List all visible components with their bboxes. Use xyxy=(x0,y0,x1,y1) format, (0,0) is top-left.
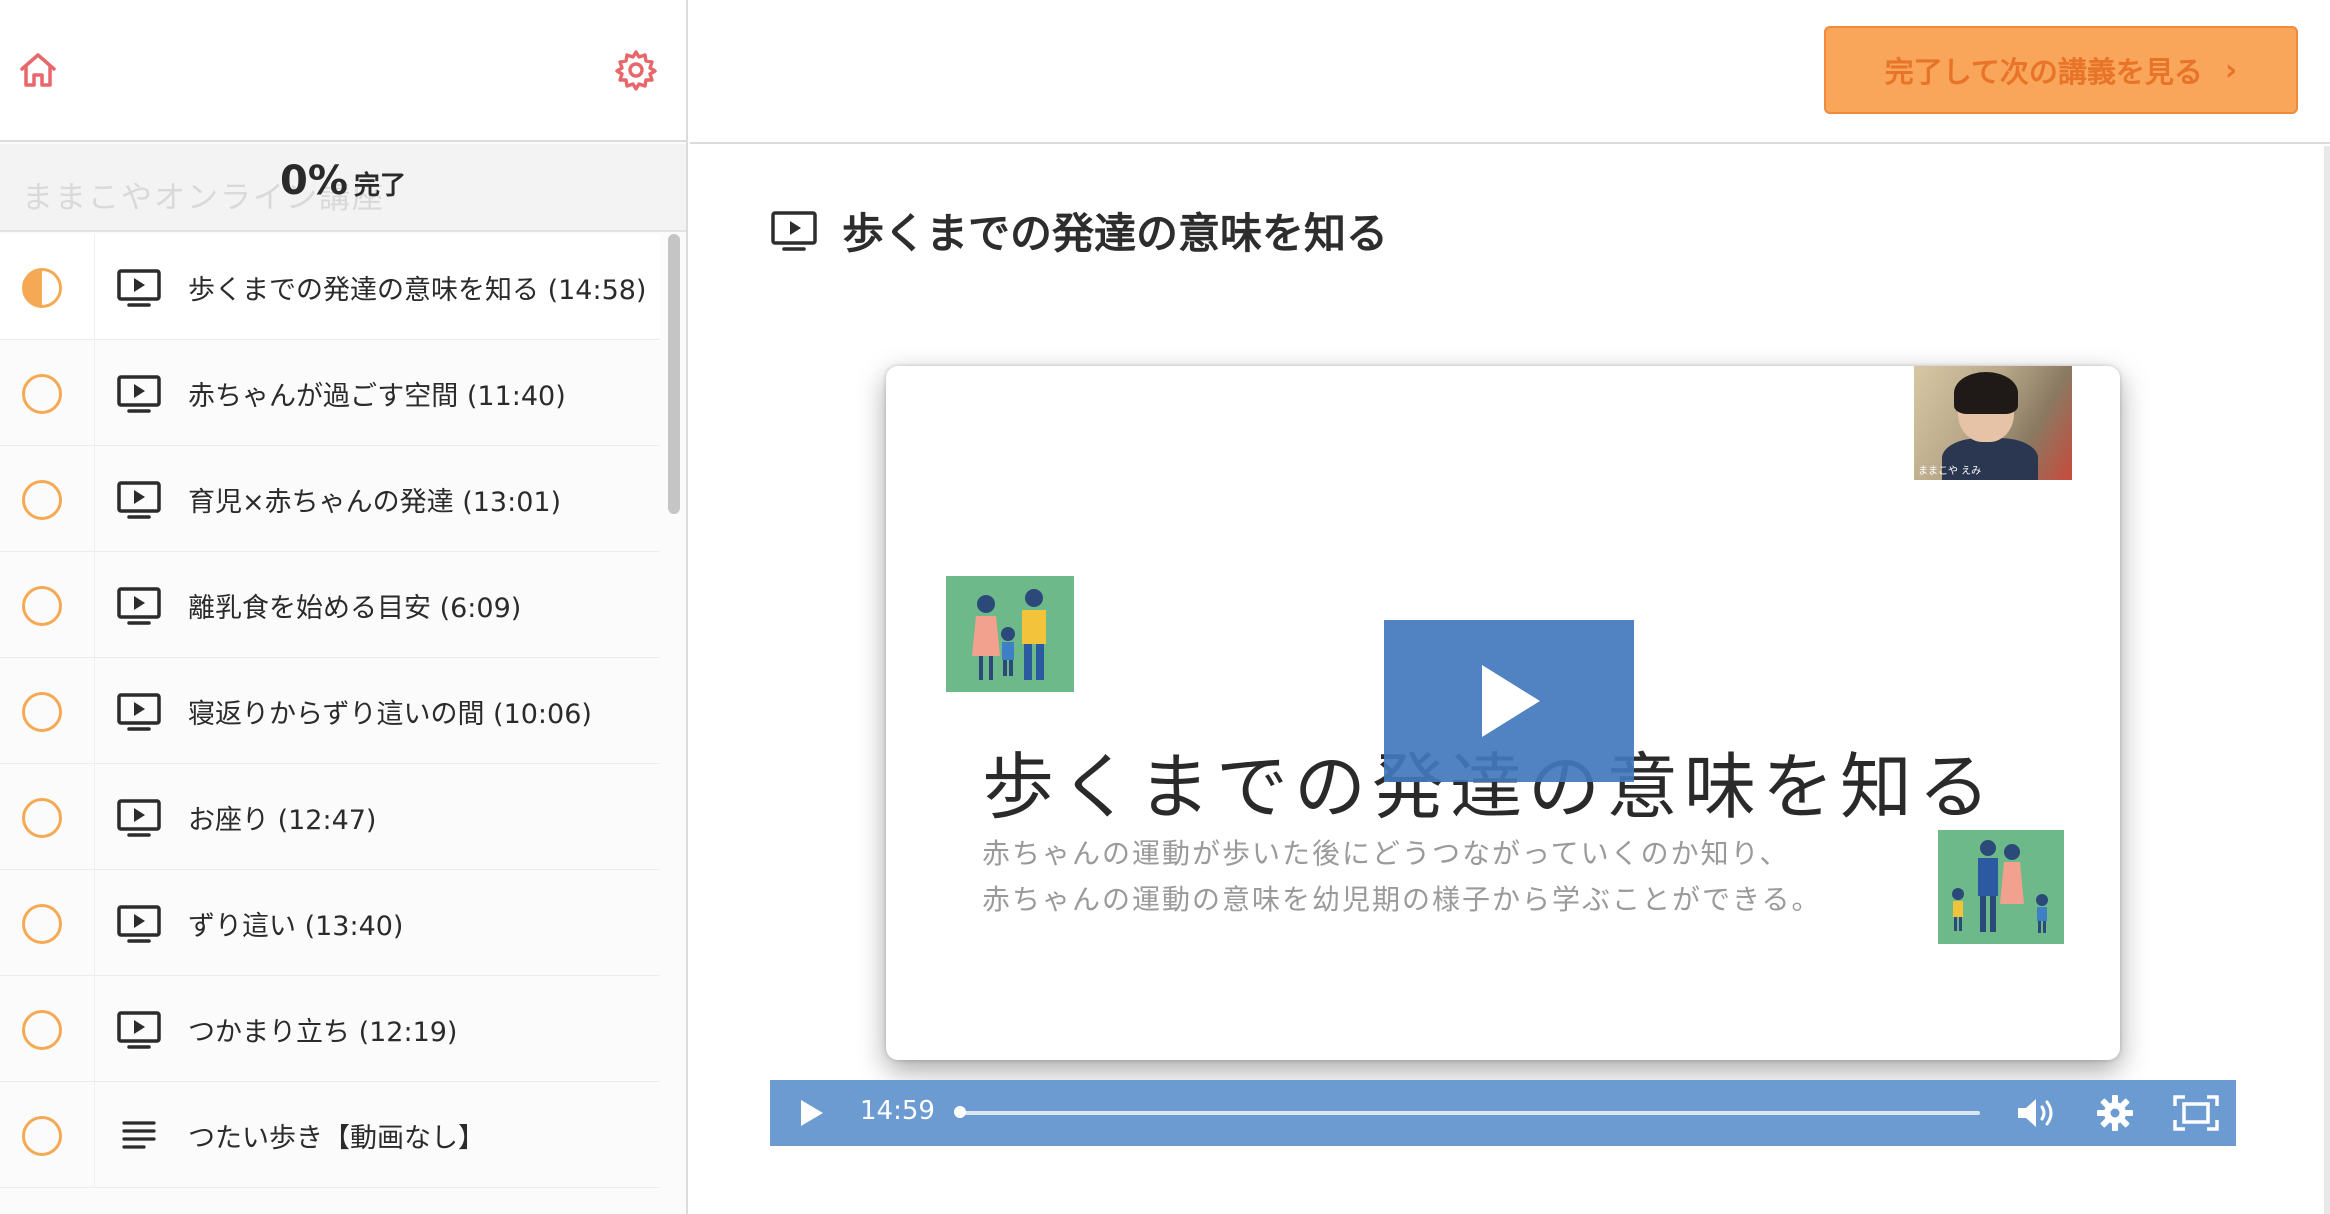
lecture-list: 歩くまでの発達の意味を知る (14:58) 赤ちゃんが過ごす空間 (11:40) 育… xyxy=(0,234,660,1188)
video-frame[interactable]: ままこや えみ 歩くまでの発達の意味を知る 赤ちゃんの運動が歩いた後にどうつなが… xyxy=(886,366,2120,1060)
row-divider xyxy=(94,976,95,1082)
slide-subtitle-line1: 赤ちゃんの運動が歩いた後にどうつながっていくのか知り、 xyxy=(982,837,1790,870)
lecture-title: ずり這い (13:40) xyxy=(188,911,404,942)
seek-bar[interactable] xyxy=(960,1111,1980,1115)
lecture-title: お座り (12:47) xyxy=(188,805,377,836)
video-player: ままこや えみ 歩くまでの発達の意味を知る 赤ちゃんの運動が歩いた後にどうつなが… xyxy=(770,340,2236,1146)
progress-text: 0% 完了 xyxy=(0,158,686,204)
player-controls: 14:59 xyxy=(770,1080,2236,1146)
main-header: 完了して次の講義を見る › xyxy=(690,0,2330,144)
video-lecture-icon xyxy=(116,692,162,732)
lecture-title: 寝返りからずり這いの間 (10:06) xyxy=(188,699,592,730)
lecture-title: 赤ちゃんが過ごす空間 (11:40) xyxy=(188,381,566,412)
video-lecture-icon xyxy=(116,480,162,520)
home-icon[interactable] xyxy=(16,48,60,92)
play-button[interactable] xyxy=(794,1096,828,1130)
video-lecture-icon xyxy=(771,210,817,251)
seek-handle[interactable] xyxy=(954,1106,966,1118)
lecture-item[interactable]: 歩くまでの発達の意味を知る (14:58) xyxy=(0,234,660,340)
not-started-status-icon xyxy=(22,586,62,626)
not-started-status-icon xyxy=(22,692,62,732)
lecture-title: 育児×赤ちゃんの発達 (13:01) xyxy=(188,487,562,518)
main-scrollbar[interactable] xyxy=(2324,146,2330,1214)
next-button-label: 完了して次の講義を見る xyxy=(1884,55,2203,89)
row-divider xyxy=(94,1082,95,1188)
lecture-title: 歩くまでの発達の意味を知る (14:58) xyxy=(188,275,647,306)
slide-subtitle-line2: 赤ちゃんの運動の意味を幼児期の様子から学ぶことができる。 xyxy=(982,883,1822,916)
presenter-webcam: ままこや えみ xyxy=(1914,366,2072,480)
lecture-heading: 歩くまでの発達の意味を知る xyxy=(770,200,1388,261)
lecture-item[interactable]: 離乳食を始める目安 (6:09) xyxy=(0,552,660,658)
player-settings-icon[interactable] xyxy=(2096,1094,2134,1132)
text-lecture-icon xyxy=(116,1116,162,1156)
app-root: ままこやオンライン講座 0% 完了 歩くまでの発達の意味を知る (14:58) 赤ち… xyxy=(0,0,2330,1214)
row-divider xyxy=(94,870,95,976)
time-display: 14:59 xyxy=(860,1096,935,1126)
video-lecture-icon xyxy=(116,1010,162,1050)
sidebar-top-bar xyxy=(0,0,686,142)
row-divider xyxy=(94,340,95,446)
progress-percent: 0% xyxy=(280,158,348,204)
volume-icon[interactable] xyxy=(2014,1094,2060,1132)
progress-summary: ままこやオンライン講座 0% 完了 xyxy=(0,144,686,232)
lecture-item[interactable]: 寝返りからずり這いの間 (10:06) xyxy=(0,658,660,764)
main-content: 完了して次の講義を見る › 歩くまでの発達の意味を知る ままこや えみ 歩くまで… xyxy=(690,0,2330,1214)
in-progress-status-icon xyxy=(22,268,62,308)
gear-icon[interactable] xyxy=(614,48,658,92)
lecture-title: つかまり立ち (12:19) xyxy=(188,1017,458,1048)
row-divider xyxy=(94,764,95,870)
video-lecture-icon xyxy=(116,904,162,944)
video-lecture-icon xyxy=(116,798,162,838)
lecture-title: 離乳食を始める目安 (6:09) xyxy=(188,593,522,624)
video-lecture-icon xyxy=(116,268,162,308)
family-illustration xyxy=(946,576,1074,692)
not-started-status-icon xyxy=(22,374,62,414)
not-started-status-icon xyxy=(22,480,62,520)
not-started-status-icon xyxy=(22,798,62,838)
presenter-hair xyxy=(1954,372,2018,414)
fullscreen-icon[interactable] xyxy=(2172,1094,2220,1132)
not-started-status-icon xyxy=(22,904,62,944)
row-divider xyxy=(94,658,95,764)
progress-label: 完了 xyxy=(353,171,406,201)
row-divider xyxy=(94,446,95,552)
not-started-status-icon xyxy=(22,1010,62,1050)
lecture-item[interactable]: お座り (12:47) xyxy=(0,764,660,870)
children-illustration xyxy=(1938,830,2064,944)
course-sidebar: ままこやオンライン講座 0% 完了 歩くまでの発達の意味を知る (14:58) 赤ち… xyxy=(0,0,688,1214)
play-icon xyxy=(1482,665,1540,737)
video-lecture-icon xyxy=(116,374,162,414)
lecture-item[interactable]: 育児×赤ちゃんの発達 (13:01) xyxy=(0,446,660,552)
big-play-button[interactable] xyxy=(1384,620,1634,782)
lecture-item[interactable]: ずり這い (13:40) xyxy=(0,870,660,976)
not-started-status-icon xyxy=(22,1116,62,1156)
lecture-title: つたい歩き【動画なし】 xyxy=(188,1123,485,1154)
complete-and-next-button[interactable]: 完了して次の講義を見る › xyxy=(1824,26,2298,114)
lecture-title: 歩くまでの発達の意味を知る xyxy=(842,209,1389,258)
video-lecture-icon xyxy=(116,586,162,626)
row-divider xyxy=(94,552,95,658)
row-divider xyxy=(94,234,95,340)
webcam-label: ままこや えみ xyxy=(1918,466,1982,477)
lecture-item[interactable]: 赤ちゃんが過ごす空間 (11:40) xyxy=(0,340,660,446)
chevron-right-icon: › xyxy=(2224,52,2238,88)
play-icon xyxy=(801,1100,823,1126)
sidebar-scrollbar-thumb[interactable] xyxy=(668,234,680,514)
lecture-item[interactable]: つかまり立ち (12:19) xyxy=(0,976,660,1082)
lecture-item[interactable]: つたい歩き【動画なし】 xyxy=(0,1082,660,1188)
